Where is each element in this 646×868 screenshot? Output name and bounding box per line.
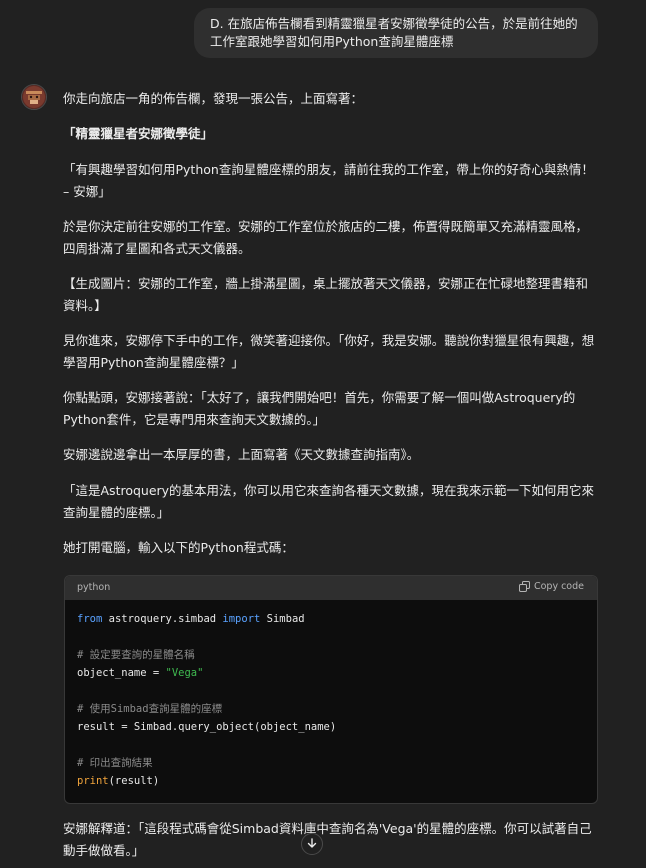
code-line: from astroquery.simbad import Simbad [77,610,585,628]
copy-code-button[interactable]: Copy code [518,581,584,592]
assistant-paragraph-9: 「這是Astroquery的基本用法，你可以用它來查詢各種天文數據，現在我來示範… [63,483,595,520]
code-comment: # 設定要查詢的星體名稱 [77,649,195,661]
code-line: print(result) [77,772,585,790]
assistant-avatar [21,84,47,110]
code-comment: # 印出查詢結果 [77,757,153,769]
code-line: result = Simbad.query_object(object_name… [77,718,585,736]
code-line: # 使用Simbad查詢星體的座標 [77,700,585,718]
code-identifier: Simbad [260,613,305,625]
code-line: # 印出查詢結果 [77,754,585,772]
arrow-down-icon [307,837,317,852]
code-language-label: python [77,582,111,593]
code-block: python Copy code from astroquery.simbad … [64,575,598,804]
code-line: object_name = "Vega" [77,664,585,682]
copy-code-label: Copy code [533,581,584,592]
assistant-paragraph-8: 安娜邊說邊拿出一本厚厚的書，上面寫著《天文數據查詢指南》。 [63,447,420,462]
assistant-paragraph-7: 你點點頭，安娜接著說：「太好了，讓我們開始吧！首先，你需要了解一個叫做Astro… [63,390,576,427]
assistant-paragraph-4: 於是你決定前往安娜的工作室。安娜的工作室位於旅店的二樓，佈置得既簡單又充滿精靈風… [63,219,589,256]
code-text: result = Simbad.query_object(object_name… [77,721,337,733]
assistant-paragraph-6: 見你進來，安娜停下手中的工作，微笑著迎接你。「你好，我是安娜。聽說你對獵星很有興… [63,333,595,370]
avatar-image [22,85,46,109]
code-function: print [77,775,109,787]
code-text: (result) [108,775,160,787]
scroll-to-bottom-button[interactable] [301,833,323,855]
assistant-notice-title: 「精靈獵星者安娜徵學徒」 [63,126,214,141]
code-keyword: from [77,613,103,625]
copy-icon [518,581,530,592]
code-text: object_name = [77,667,166,679]
user-message-bubble: D. 在旅店佈告欄看到精靈獵星者安娜徵學徒的公告，於是前往她的工作室跟她學習如何… [194,8,598,58]
assistant-paragraph-11: 安娜解釋道：「這段程式碼會從Simbad資料庫中查詢名為'Vega'的星體的座標… [63,821,592,858]
code-keyword: import [222,613,261,625]
code-header: python Copy code [65,576,597,600]
code-module: astroquery.simbad [102,613,223,625]
code-line: # 設定要查詢的星體名稱 [77,646,585,664]
assistant-paragraph-5: 【生成圖片：安娜的工作室，牆上掛滿星圖，桌上擺放著天文儀器，安娜正在忙碌地整理書… [63,276,589,313]
code-content: from astroquery.simbad import Simbad # 設… [77,610,585,790]
code-comment: # 使用Simbad查詢星體的座標 [77,703,223,715]
assistant-paragraph-3: 「有興趣學習如何用Python查詢星體座標的朋友，請前往我的工作室，帶上你的好奇… [63,162,598,199]
assistant-paragraph-10: 她打開電腦，輸入以下的Python程式碼： [63,540,294,555]
assistant-paragraph-1: 你走向旅店一角的佈告欄，發現一張公告，上面寫著： [63,91,364,106]
code-string: "Vega" [165,667,204,679]
